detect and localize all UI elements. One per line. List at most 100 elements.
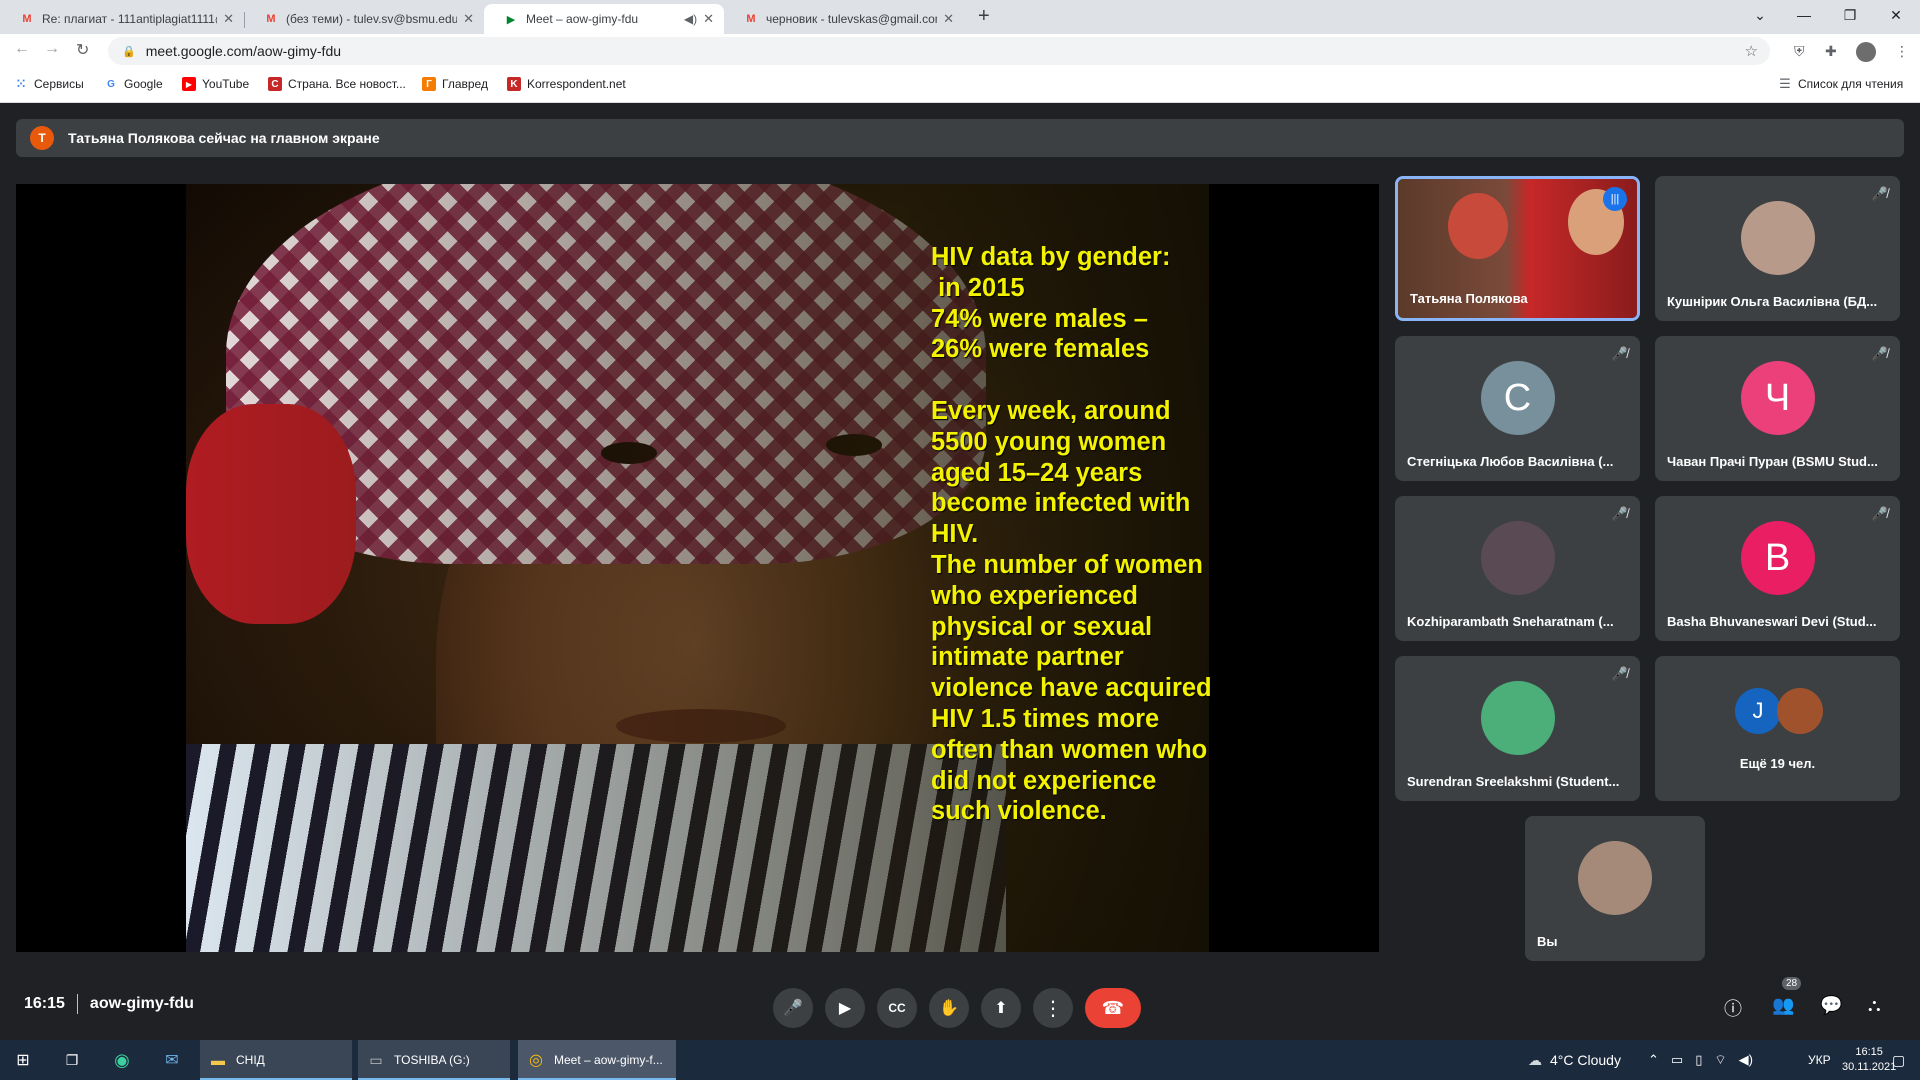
meet-control-bar: 16:15 aow-gimy-fdu 🎤 ▶ CC ✋ ⬆ ⋮ ☎ ⓘ 👥 28… (0, 977, 1920, 1040)
edge-icon: ◉ (114, 1049, 130, 1070)
profile-avatar[interactable] (1856, 42, 1876, 62)
battery-icon[interactable]: ▯ (1695, 1052, 1702, 1068)
minimize-icon[interactable]: — (1784, 0, 1824, 30)
presenter-avatar: Т (30, 126, 54, 150)
main-stage[interactable]: HIV data by gender: in 2015 74% were mal… (16, 184, 1379, 952)
windows-icon: ⊞ (16, 1052, 30, 1069)
hand-icon: ✋ (939, 1000, 959, 1017)
meeting-info: 16:15 aow-gimy-fdu (24, 994, 194, 1014)
gmail-icon: M (266, 13, 276, 25)
more-menu-icon[interactable]: ⋮ (1895, 43, 1909, 60)
participant-name: Kozhiparambath Sneharatnam (... (1407, 614, 1614, 629)
restore-icon[interactable]: ❐ (1830, 0, 1870, 30)
participant-avatar: Ч (1740, 361, 1815, 435)
edge-button[interactable]: ◉ (100, 1040, 144, 1080)
notifications-icon[interactable]: ▢ (1892, 1040, 1905, 1080)
slide-text: HIV data by gender: in 2015 74% were mal… (931, 243, 1212, 826)
tab-meet[interactable]: ▶ Meet – aow-gimy-fdu ◀) ✕ (484, 4, 724, 34)
self-name: Вы (1537, 934, 1558, 949)
participant-name: Чаван Прачі Пуран (BSMU Stud... (1667, 454, 1878, 469)
reading-list-button[interactable]: ☰ Список для чтения (1778, 76, 1903, 91)
bookmark-star-icon[interactable]: ☆ (1745, 42, 1758, 60)
leave-call-button[interactable]: ☎ (1085, 988, 1141, 1028)
participant-tile[interactable]: 🎤̸ Surendran Sreelakshmi (Student... (1395, 656, 1640, 801)
shield-extension-icon[interactable]: ⛨ (1794, 43, 1805, 60)
mail-icon: ✉ (165, 1052, 179, 1069)
mail-button[interactable]: ✉ (150, 1040, 194, 1080)
more-options-button[interactable]: ⋮ (1033, 988, 1073, 1028)
microphone-icon: 🎤 (783, 1000, 803, 1017)
drive-icon: ▭ (369, 1051, 383, 1068)
participant-tile[interactable]: 🎤̸ С Стегніцька Любов Василівна (... (1395, 336, 1640, 481)
bookmark-services[interactable]: ⁙ Сервисы (14, 77, 84, 91)
back-icon[interactable]: ← (14, 40, 30, 58)
speaker-icon[interactable]: ◀) (684, 12, 697, 26)
participant-name: Basha Bhuvaneswari Devi (Stud... (1667, 614, 1877, 629)
camera-button[interactable]: ▶ (825, 988, 865, 1028)
close-tab-icon[interactable]: ✕ (223, 11, 234, 27)
wifi-icon[interactable]: ⌔ (1714, 1052, 1726, 1068)
clock[interactable]: 16:15 30.11.2021 (1842, 1040, 1896, 1080)
participant-tile-presenter[interactable]: ||| Татьяна Полякова (1395, 176, 1640, 321)
close-window-icon[interactable]: ✕ (1876, 0, 1916, 30)
divider (76, 994, 78, 1014)
korrespondent-icon: K (507, 77, 521, 91)
system-tray: ⌃ ▭ ▯ ⌔ ◀) (1648, 1040, 1753, 1080)
close-tab-icon[interactable]: ✕ (943, 11, 954, 27)
participant-video-person (1448, 193, 1508, 259)
bookmark-korrespondent[interactable]: K Korrespondent.net (507, 77, 626, 91)
google-icon: G (107, 78, 115, 90)
tab-gmail-bez-temy[interactable]: M (без теми) - tulev.sv@bsmu.edu.ua ✕ (244, 4, 484, 34)
meeting-details-icon[interactable]: ⓘ (1724, 995, 1742, 1021)
tab-gmail-plagiat[interactable]: M Re: плагиат - 111antiplagiat1111@ ✕ (0, 4, 244, 34)
chat-icon[interactable]: 💬 (1820, 995, 1842, 1016)
task-view-button[interactable]: ❐ (50, 1040, 94, 1080)
bookmark-glavred[interactable]: Г Главред (422, 77, 488, 91)
presenter-banner: Т Татьяна Полякова сейчас на главном экр… (16, 119, 1904, 157)
self-view-tile[interactable]: Вы (1525, 816, 1705, 961)
captions-button[interactable]: CC (877, 988, 917, 1028)
participant-tile[interactable]: 🎤̸ Ч Чаван Прачі Пуран (BSMU Stud... (1655, 336, 1900, 481)
participant-tile[interactable]: 🎤̸ Кушнірик Ольга Василівна (БД... (1655, 176, 1900, 321)
participant-tile[interactable]: 🎤̸ B Basha Bhuvaneswari Devi (Stud... (1655, 496, 1900, 641)
more-participants-tile[interactable]: J Ещё 19 чел. (1655, 656, 1900, 801)
bookmark-youtube[interactable]: ▶ YouTube (182, 77, 249, 91)
close-tab-icon[interactable]: ✕ (463, 11, 474, 27)
new-tab-icon[interactable]: + (978, 5, 990, 28)
meeting-time: 16:15 (24, 995, 65, 1012)
mic-off-icon: 🎤̸ (1611, 506, 1628, 521)
close-tab-icon[interactable]: ✕ (703, 11, 714, 27)
language-indicator[interactable]: УКР (1808, 1040, 1831, 1080)
lock-icon[interactable]: 🔒 (122, 45, 136, 58)
tab-search-icon[interactable]: ⌄ (1740, 0, 1780, 30)
participant-tile[interactable]: 🎤̸ Kozhiparambath Sneharatnam (... (1395, 496, 1640, 641)
show-hidden-icons-icon[interactable]: ⌃ (1648, 1052, 1659, 1068)
volume-icon[interactable]: ◀) (1739, 1052, 1753, 1068)
present-screen-button[interactable]: ⬆ (981, 988, 1021, 1028)
people-icon[interactable]: 👥 (1772, 995, 1794, 1016)
clock-time: 16:15 (1855, 1046, 1883, 1058)
activities-icon[interactable]: ⛬ (1868, 995, 1881, 1016)
taskbar-item-snid[interactable]: ▬ СНІД (200, 1040, 352, 1080)
weather-widget[interactable]: ☁ 4°C Cloudy (1528, 1040, 1621, 1080)
extensions-puzzle-icon[interactable]: ✚ (1825, 43, 1837, 60)
meeting-code: aow-gimy-fdu (89, 995, 194, 1012)
meet-icon: ▶ (506, 13, 516, 26)
taskbar-item-toshiba[interactable]: ▭ TOSHIBA (G:) (358, 1040, 510, 1080)
hangup-icon: ☎ (1101, 997, 1125, 1018)
participant-name: Кушнірик Ольга Василівна (БД... (1667, 294, 1878, 309)
raise-hand-button[interactable]: ✋ (929, 988, 969, 1028)
taskbar-item-chrome-meet[interactable]: ◎ Meet – aow-gimy-f... (518, 1040, 676, 1080)
bookmark-strana[interactable]: С Страна. Все новост... (268, 77, 406, 91)
network-icon[interactable]: ▭ (1671, 1052, 1683, 1068)
microphone-button[interactable]: 🎤 (773, 988, 813, 1028)
speaking-indicator-icon: ||| (1603, 187, 1627, 211)
apps-grid-icon: ⁙ (15, 77, 27, 91)
bookmark-google[interactable]: G Google (104, 77, 163, 91)
forward-icon[interactable]: → (44, 40, 60, 58)
participant-name: Surendran Sreelakshmi (Student... (1407, 774, 1620, 789)
address-bar[interactable]: 🔒 meet.google.com/aow-gimy-fdu ☆ (108, 37, 1770, 65)
start-button[interactable]: ⊞ (0, 1040, 46, 1080)
reload-icon[interactable]: ↻ (76, 40, 89, 60)
tab-gmail-chernovik[interactable]: M черновик - tulevskas@gmail.com ✕ (724, 4, 964, 34)
